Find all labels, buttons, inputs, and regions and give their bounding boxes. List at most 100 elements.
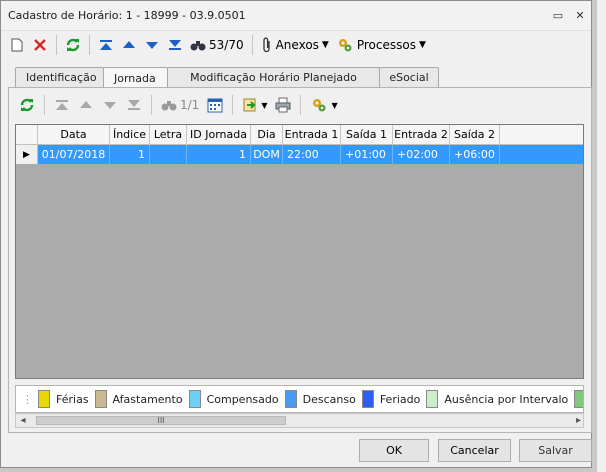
legend-item-truncated [574, 390, 583, 408]
main-toolbar: 53/70 Anexos ▼ Processos ▼ [1, 31, 591, 59]
row-indicator-header [16, 125, 38, 144]
legend-item-feriado: Feriado [361, 390, 421, 408]
delete-button[interactable] [30, 34, 50, 56]
save-button[interactable]: Salvar [519, 439, 592, 462]
arrow-down-icon [104, 102, 116, 109]
first-record-button[interactable] [96, 34, 116, 56]
window-title: Cadastro de Horário: 1 - 18999 - 03.9.05… [8, 9, 246, 22]
first-record-icon [56, 100, 68, 110]
chevron-down-icon: ▼ [261, 100, 268, 110]
refresh-icon [66, 38, 80, 52]
chevron-down-icon: ▼ [418, 40, 426, 50]
new-button[interactable] [7, 34, 27, 56]
arrow-up-icon [80, 101, 92, 108]
row-selector-icon[interactable]: ▶ [16, 145, 38, 164]
legend-label: Descanso [302, 392, 356, 406]
column-header-saida-1[interactable]: Saída 1 [341, 125, 393, 144]
legend-swatch [38, 390, 50, 408]
toolbar-separator [44, 95, 45, 115]
scroll-thumb[interactable]: III [36, 416, 286, 425]
table-row[interactable]: ▶ 01/07/2018 1 1 DOM 22:00 +01:00 +02:00… [16, 145, 583, 164]
attachments-button[interactable]: Anexos ▼ [259, 34, 331, 56]
grid-search-button[interactable]: 1/1 [159, 94, 201, 116]
print-button[interactable] [273, 94, 293, 116]
cancel-button[interactable]: Cancelar [438, 439, 511, 462]
column-header-dia[interactable]: Dia [251, 125, 283, 144]
column-header-entrada-2[interactable]: Entrada 2 [393, 125, 450, 144]
legend-swatch [361, 390, 374, 408]
record-counter: 53/70 [209, 38, 244, 52]
legend-item-afastamento: Afastamento [94, 390, 183, 408]
toolbar-separator [300, 95, 302, 115]
column-header-entrada-1[interactable]: Entrada 1 [283, 125, 341, 144]
close-icon[interactable]: ✕ [569, 9, 591, 22]
previous-record-button[interactable] [119, 34, 139, 56]
gears-icon [313, 99, 326, 112]
column-header-indice[interactable]: Índice [110, 125, 150, 144]
scroll-left-icon[interactable]: ◂ [16, 415, 30, 426]
binoculars-icon [161, 101, 177, 111]
column-header-saida-2[interactable]: Saída 2 [450, 125, 500, 144]
refresh-button[interactable] [63, 34, 83, 56]
grid-processes-button[interactable]: ▼ [308, 94, 339, 116]
attachments-label: Anexos [275, 38, 319, 52]
legend-label: Afastamento [112, 392, 183, 406]
scroll-grip: III [157, 416, 165, 425]
paperclip-icon [262, 37, 270, 53]
tab-modificacao-horario[interactable]: Modificação Horário Planejado [167, 67, 380, 87]
arrow-down-icon [146, 42, 158, 49]
cell-data[interactable]: 01/07/2018 [38, 145, 110, 164]
drag-grip-icon[interactable]: ⋮ [22, 393, 33, 406]
grid-refresh-button[interactable] [17, 94, 37, 116]
calendar-button[interactable] [205, 94, 225, 116]
export-button[interactable]: ▼ [240, 94, 269, 116]
arrow-up-icon [123, 41, 135, 48]
cell-saida-2[interactable]: +06:00 [450, 145, 500, 164]
legend-label: Feriado [379, 392, 421, 406]
cell-entrada-2[interactable]: +02:00 [393, 145, 450, 164]
next-record-button[interactable] [142, 34, 162, 56]
column-header-data[interactable]: Data [38, 125, 110, 144]
legend-swatch [284, 390, 297, 408]
title-bar: Cadastro de Horário: 1 - 18999 - 03.9.05… [1, 1, 591, 31]
tab-esocial[interactable]: eSocial [379, 67, 439, 87]
tab-identificacao[interactable]: Identificação [15, 67, 104, 87]
legend-swatch [574, 390, 583, 408]
dialog-window: Cadastro de Horário: 1 - 18999 - 03.9.05… [0, 0, 592, 468]
schedule-grid[interactable]: Data Índice Letra ID Jornada Dia Entrada… [15, 124, 584, 379]
cell-letra[interactable] [150, 145, 187, 164]
cell-saida-1[interactable]: +01:00 [341, 145, 393, 164]
column-header-id-jornada[interactable]: ID Jornada [187, 125, 251, 144]
color-legend: ⋮ Férias Afastamento Compensado Descanso… [15, 385, 584, 413]
last-record-icon [169, 40, 181, 50]
tab-panel: 1/1 ▼ ▼ Data Índice Letra ID Jornada Dia… [8, 87, 592, 433]
last-record-button[interactable] [165, 34, 185, 56]
horizontal-scrollbar[interactable]: ◂ III ▸ [15, 413, 584, 428]
column-header-letra[interactable]: Letra [150, 125, 187, 144]
legend-swatch [188, 390, 201, 408]
grid-last-button[interactable] [124, 94, 144, 116]
grid-toolbar: 1/1 ▼ ▼ [9, 88, 591, 122]
grid-first-button[interactable] [52, 94, 72, 116]
delete-icon [34, 39, 46, 51]
export-icon [243, 98, 256, 112]
tab-jornada[interactable]: Jornada [103, 67, 168, 88]
grid-next-button[interactable] [100, 94, 120, 116]
legend-swatch [426, 390, 439, 408]
processes-button[interactable]: Processos ▼ [334, 34, 428, 56]
chevron-down-icon: ▼ [321, 40, 329, 50]
cell-entrada-1[interactable]: 22:00 [283, 145, 341, 164]
legend-label: Férias [56, 392, 89, 406]
scroll-right-icon[interactable]: ▸ [576, 415, 581, 426]
printer-icon [275, 97, 291, 113]
legend-item-compensado: Compensado [188, 390, 279, 408]
ok-button[interactable]: OK [359, 439, 429, 462]
legend-item-ferias: Férias [38, 390, 89, 408]
cell-dia[interactable]: DOM [251, 145, 283, 164]
cell-indice[interactable]: 1 [110, 145, 150, 164]
chevron-down-icon: ▼ [331, 100, 338, 110]
minimize-icon[interactable]: ▭ [547, 9, 569, 22]
grid-previous-button[interactable] [76, 94, 96, 116]
search-button[interactable]: 53/70 [188, 34, 246, 56]
cell-id-jornada[interactable]: 1 [187, 145, 251, 164]
